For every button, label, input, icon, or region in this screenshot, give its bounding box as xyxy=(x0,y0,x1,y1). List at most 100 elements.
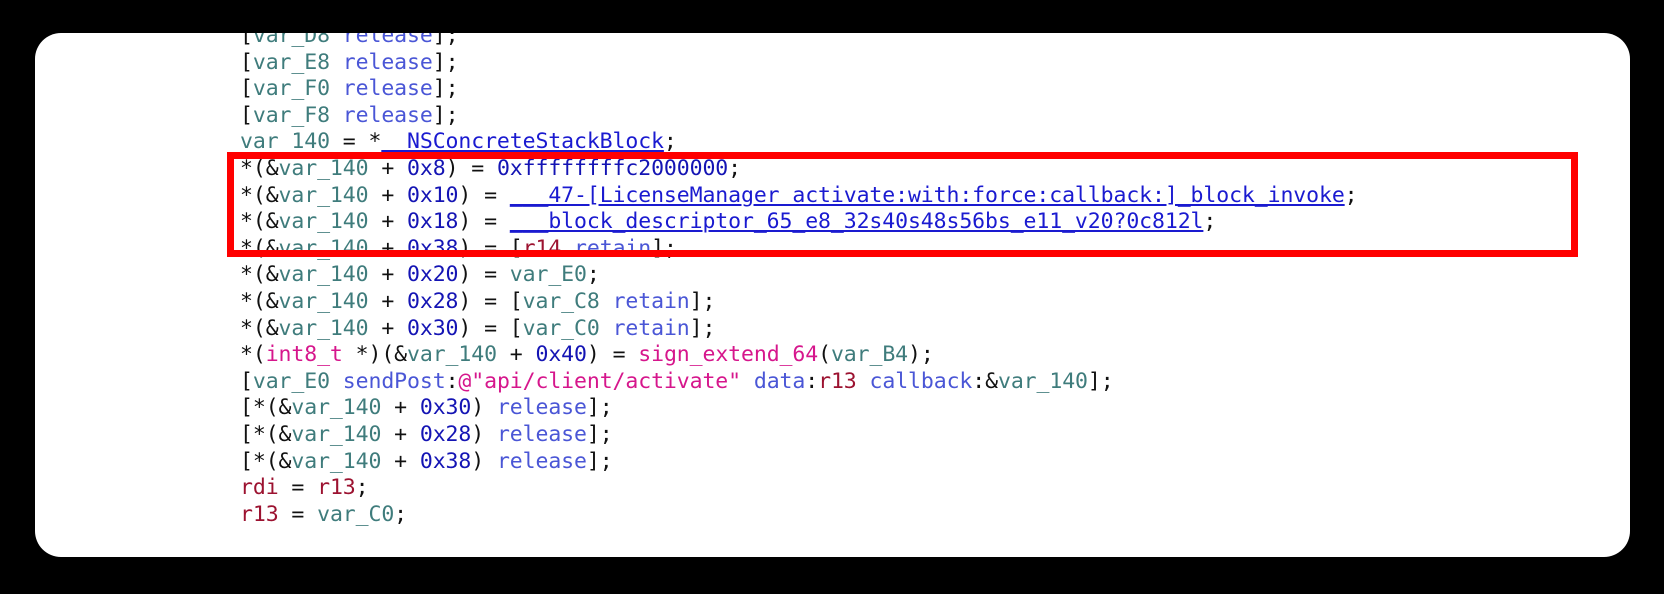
code-token: 0x28 xyxy=(407,288,459,314)
code-token: ) = xyxy=(458,209,510,235)
code-line[interactable]: *(&var_140 + 0x30) = [var_C0 retain]; xyxy=(35,316,1630,343)
code-token: 0x20 xyxy=(407,262,459,288)
screenshot-root: [var_D8 release]; [var_E8 release]; [var_F… xyxy=(0,0,1664,594)
code-token: + xyxy=(368,315,408,341)
code-token: ___47-[LicenseManager activate:with:forc… xyxy=(509,182,1345,208)
code-token: var_140 xyxy=(407,342,497,368)
code-token: var_C0 xyxy=(317,501,395,527)
code-token: int8_t xyxy=(265,342,343,368)
code-token: var_140 xyxy=(997,368,1088,394)
code-token: ) xyxy=(471,395,497,421)
code-token: var_F0 xyxy=(252,76,330,102)
code-line[interactable]: *(&var_140 + 0x38) = [r14 retain]; xyxy=(35,236,1630,263)
code-token: 0x30 xyxy=(407,315,459,341)
code-line[interactable]: [*(&var_140 + 0x28) release]; xyxy=(35,422,1630,449)
code-line[interactable]: [var_F8 release]; xyxy=(35,103,1630,130)
code-line[interactable]: [var_E8 release]; xyxy=(35,50,1630,77)
code-line[interactable]: *(int8_t *)(&var_140 + 0x40) = sign_exte… xyxy=(35,342,1630,369)
code-token: ___block_descriptor_65_e8_32s40s48s56bs_… xyxy=(509,209,1204,235)
code-token: var_C0 xyxy=(522,315,600,341)
code-token: ( xyxy=(818,342,831,368)
code-token: [ xyxy=(240,368,253,394)
code-token: 0x38 xyxy=(407,235,459,261)
code-token: var_140 xyxy=(278,315,369,341)
code-token: ; xyxy=(1344,182,1358,208)
code-token: [ xyxy=(240,102,253,128)
code-line[interactable]: [var_F0 release]; xyxy=(35,76,1630,103)
code-token: + xyxy=(368,262,408,288)
code-token: *(& xyxy=(240,262,279,288)
code-line[interactable]: *(&var_140 + 0x28) = [var_C8 retain]; xyxy=(35,289,1630,316)
code-token: ; xyxy=(663,129,677,155)
code-token: ]; xyxy=(1087,368,1114,394)
code-token: : xyxy=(805,368,819,394)
code-token: var_140 xyxy=(278,182,369,208)
code-token: + xyxy=(496,342,536,368)
code-token: ]; xyxy=(432,33,459,48)
code-token: ) = xyxy=(458,182,510,208)
code-token: ); xyxy=(908,342,934,368)
code-token: ]; xyxy=(689,288,716,314)
code-token: ]; xyxy=(689,315,716,341)
code-token: r14 xyxy=(522,235,562,261)
code-card: [var_D8 release]; [var_E8 release]; [var_F… xyxy=(35,33,1630,557)
code-token: + xyxy=(381,448,420,474)
code-token: ; xyxy=(394,501,408,527)
code-token: [ xyxy=(240,76,253,102)
code-token: [*(& xyxy=(240,421,292,447)
code-token: 0x8 xyxy=(407,155,446,181)
code-line[interactable]: [var_D8 release]; xyxy=(35,33,1630,50)
code-token: var_140 xyxy=(278,235,369,261)
code-token: var_140 xyxy=(291,448,382,474)
code-token: r13 xyxy=(818,368,857,394)
code-line[interactable]: r13 = var_C0; xyxy=(35,502,1630,529)
code-token: = xyxy=(278,475,318,501)
code-line[interactable]: var_140 = *__NSConcreteStackBlock; xyxy=(35,129,1630,156)
code-token: ) = [ xyxy=(458,315,523,341)
code-token: release xyxy=(342,76,433,102)
code-token: var_E8 xyxy=(252,49,330,75)
code-token: var_140 xyxy=(278,209,369,235)
code-line[interactable]: *(&var_140 + 0x20) = var_E0; xyxy=(35,262,1630,289)
code-token: @"api/client/activate" xyxy=(458,368,741,394)
code-token: callback xyxy=(869,368,973,394)
code-token: release xyxy=(342,49,433,75)
code-token: *(& xyxy=(240,288,279,314)
code-token: ) = xyxy=(586,342,639,368)
code-token: ) = [ xyxy=(458,235,523,261)
code-token: ]; xyxy=(586,395,613,421)
code-line[interactable]: [var_E0 sendPost:@"api/client/activate" … xyxy=(35,369,1630,396)
code-token: ) = xyxy=(458,262,510,288)
code-token: ) xyxy=(471,448,497,474)
code-line[interactable]: [*(&var_140 + 0x38) release]; xyxy=(35,449,1630,476)
code-line[interactable]: rdi = r13; xyxy=(35,475,1630,502)
code-token: *(& xyxy=(240,182,279,208)
code-token: + xyxy=(368,155,408,181)
code-token: [*(& xyxy=(240,448,292,474)
code-token: *)(& xyxy=(342,342,408,368)
code-token: 0x10 xyxy=(407,182,459,208)
code-token: [*(& xyxy=(240,395,292,421)
code-line[interactable]: *(&var_140 + 0x8) = 0xffffffffc2000000; xyxy=(35,156,1630,183)
code-line[interactable]: [*(&var_140 + 0x30) release]; xyxy=(35,395,1630,422)
code-token: sendPost xyxy=(342,368,446,394)
code-token: var_E0 xyxy=(509,262,587,288)
code-token: ; xyxy=(355,475,369,501)
code-token: r13 xyxy=(317,475,356,501)
code-token: release xyxy=(342,102,433,128)
code-token: retain xyxy=(612,288,690,314)
code-token: + xyxy=(381,421,420,447)
code-token: var_140 xyxy=(278,155,369,181)
code-token: *(& xyxy=(240,235,279,261)
code-token: [ xyxy=(240,33,253,48)
code-line[interactable]: *(&var_140 + 0x10) = ___47-[LicenseManag… xyxy=(35,183,1630,210)
code-token: var_140 xyxy=(278,288,369,314)
code-line[interactable]: *(&var_140 + 0x18) = ___block_descriptor… xyxy=(35,209,1630,236)
